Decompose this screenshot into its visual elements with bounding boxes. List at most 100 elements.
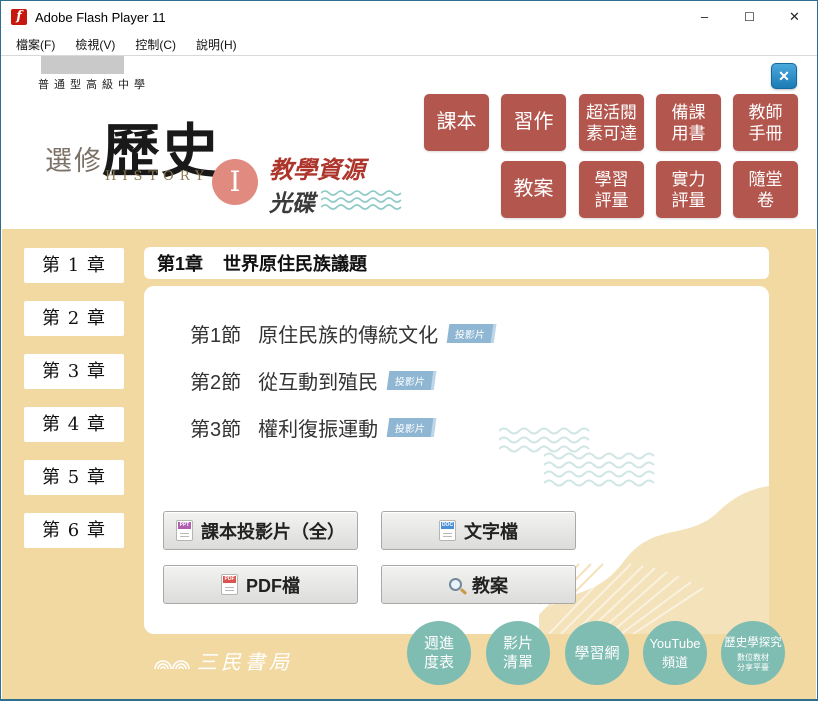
button-label: 習作 <box>514 112 554 133</box>
circle-label: 數位教材 <box>737 653 769 663</box>
menu-file[interactable]: 檔案(F) <box>9 36 62 53</box>
flash-player-icon: f <box>11 9 27 25</box>
chapter-number: 第1章 <box>157 250 203 276</box>
app-close-button[interactable]: ✕ <box>771 63 797 89</box>
chapter-header-bar: 第1章 世界原住民族議題 <box>144 247 769 279</box>
circle-label: 影片 <box>503 634 533 653</box>
maximize-button[interactable]: ☐ <box>727 1 772 33</box>
pdf-file-icon: PDF <box>221 574 238 595</box>
doc-file-icon: DOC <box>439 520 456 541</box>
resource-button-textbook[interactable]: 課本 <box>424 94 489 151</box>
button-label: 課本投影片（全） <box>201 518 345 544</box>
hill-decoration <box>539 466 769 634</box>
close-window-button[interactable]: ✕ <box>772 1 817 33</box>
logo-placeholder-box <box>41 56 124 74</box>
button-label: 評量 <box>672 190 706 211</box>
sidebar-chapter-4[interactable]: 第 4 章 <box>24 407 124 442</box>
sidebar-chapter-6[interactable]: 第 6 章 <box>24 513 124 548</box>
sidebar-chapter-1[interactable]: 第 1 章 <box>24 248 124 283</box>
section-row-1[interactable]: 第1節 原住民族的傳統文化 投影片 <box>190 319 495 348</box>
ppt-file-icon: PPT <box>176 520 193 541</box>
chapter-title: 世界原住民族議題 <box>223 250 367 276</box>
minimize-button[interactable]: – <box>682 1 727 33</box>
section-title[interactable]: 原住民族的傳統文化 <box>258 319 438 348</box>
subject-title-en: HISTORY <box>105 169 210 184</box>
circle-label: 週進 <box>424 634 454 653</box>
elective-label: 選修 <box>45 139 103 178</box>
slides-tag[interactable]: 投影片 <box>387 418 437 437</box>
section-title[interactable]: 權利復振運動 <box>258 413 378 442</box>
button-label: 評量 <box>595 190 629 211</box>
resource-button-ability-assessment[interactable]: 實力 評量 <box>656 161 721 218</box>
button-label: 教案 <box>472 572 508 598</box>
pdf-icon-label: PDF <box>223 576 236 583</box>
menu-bar: 檔案(F) 檢視(V) 控制(C) 說明(H) <box>1 33 817 56</box>
section-number: 第3節 <box>190 413 241 442</box>
learning-web-circle[interactable]: 學習網 <box>565 621 629 685</box>
circle-label: YouTube <box>649 634 700 653</box>
resource-button-learning-assessment[interactable]: 學習 評量 <box>579 161 644 218</box>
button-label: 教案 <box>514 179 554 200</box>
circle-label: 分享平臺 <box>737 663 769 673</box>
button-label: 備課 <box>672 102 706 123</box>
slides-tag[interactable]: 投影片 <box>447 324 497 343</box>
button-label: 課本 <box>437 112 477 133</box>
button-label: 文字檔 <box>464 518 518 544</box>
sidebar-chapter-5[interactable]: 第 5 章 <box>24 460 124 495</box>
circle-label: 學習網 <box>574 644 619 663</box>
button-label: 手冊 <box>749 123 783 144</box>
publisher-name: 三民書局 <box>197 646 293 675</box>
circle-label: 頻道 <box>662 653 688 672</box>
section-number: 第2節 <box>190 366 241 395</box>
lesson-plan-button[interactable]: 教案 <box>381 565 576 604</box>
resource-button-teacher-manual[interactable]: 教師 手冊 <box>733 94 798 151</box>
weekly-schedule-circle[interactable]: 週進 度表 <box>407 621 471 685</box>
flash-player-window: f Adobe Flash Player 11 – ☐ ✕ 檔案(F) 檢視(V… <box>0 0 818 701</box>
resource-label: 教學資源 <box>269 150 365 185</box>
volume-badge: I <box>212 159 258 205</box>
pdf-file-button[interactable]: PDF PDF檔 <box>163 565 358 604</box>
menu-control[interactable]: 控制(C) <box>128 36 183 53</box>
button-label: 用書 <box>672 123 706 144</box>
button-label: 卷 <box>757 190 774 211</box>
sidebar-chapter-2[interactable]: 第 2 章 <box>24 301 124 336</box>
disc-label: 光碟 <box>269 184 315 218</box>
button-label: 學習 <box>595 169 629 190</box>
button-label: PDF檔 <box>246 572 300 598</box>
button-label: 教師 <box>749 102 783 123</box>
search-icon <box>449 578 462 591</box>
text-file-button[interactable]: DOC 文字檔 <box>381 511 576 550</box>
rainbow-arches-icon <box>153 652 191 670</box>
circle-label: 歷史學探究 <box>724 634 782 653</box>
slides-all-button[interactable]: PPT 課本投影片（全） <box>163 511 358 550</box>
history-inquiry-circle[interactable]: 歷史學探究 數位教材 分享平臺 <box>721 621 785 685</box>
menu-view[interactable]: 檢視(V) <box>68 36 122 53</box>
doc-icon-label: DOC <box>441 522 454 529</box>
resource-button-lesson-plan[interactable]: 教案 <box>501 161 566 218</box>
button-label: 實力 <box>672 169 706 190</box>
video-list-circle[interactable]: 影片 清單 <box>486 621 550 685</box>
menu-help[interactable]: 說明(H) <box>189 36 244 53</box>
resource-button-super-reading[interactable]: 超活閱 素可達 <box>579 94 644 151</box>
chapter-content-panel: 第1節 原住民族的傳統文化 投影片 第2節 從互動到殖民 投影片 第3節 權利復… <box>144 286 769 634</box>
resource-button-workbook[interactable]: 習作 <box>501 94 566 151</box>
publisher-logo: 三民書局 <box>153 646 293 675</box>
section-row-3[interactable]: 第3節 權利復振運動 投影片 <box>190 413 435 442</box>
section-row-2[interactable]: 第2節 從互動到殖民 投影片 <box>190 366 435 395</box>
wave-decoration-logo <box>321 189 409 215</box>
school-type-label: 普通型高級中學 <box>38 76 150 92</box>
button-label: 素可達 <box>586 123 637 144</box>
slides-tag[interactable]: 投影片 <box>387 371 437 390</box>
button-label: 隨堂 <box>749 169 783 190</box>
ppt-icon-label: PPT <box>178 522 191 529</box>
resource-button-quiz[interactable]: 隨堂 卷 <box>733 161 798 218</box>
circle-label: 清單 <box>503 653 533 672</box>
resource-button-prep-book[interactable]: 備課 用書 <box>656 94 721 151</box>
button-label: 超活閱 <box>586 102 637 123</box>
youtube-channel-circle[interactable]: YouTube 頻道 <box>643 621 707 685</box>
sidebar-chapter-3[interactable]: 第 3 章 <box>24 354 124 389</box>
circle-label: 度表 <box>424 653 454 672</box>
title-bar[interactable]: f Adobe Flash Player 11 – ☐ ✕ <box>1 1 817 33</box>
window-title: Adobe Flash Player 11 <box>35 10 166 25</box>
section-title[interactable]: 從互動到殖民 <box>258 366 378 395</box>
